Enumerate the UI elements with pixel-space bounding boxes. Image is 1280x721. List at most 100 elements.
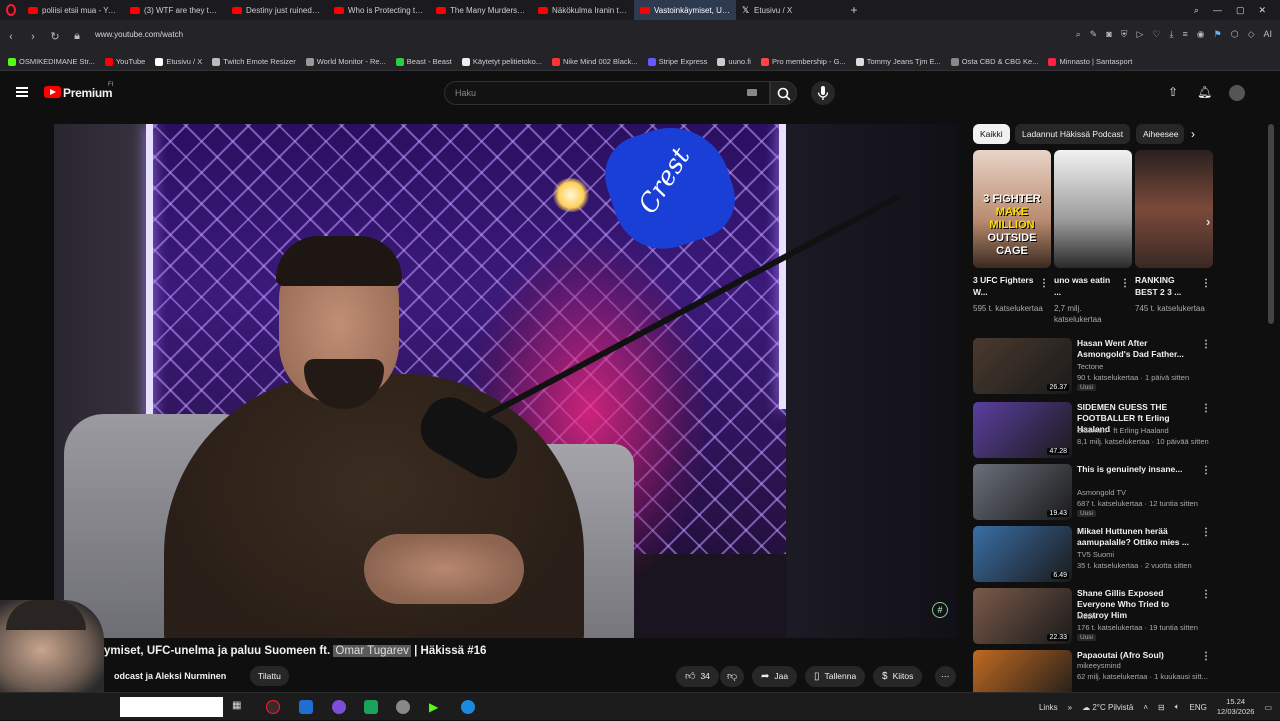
avatar[interactable] bbox=[1229, 85, 1245, 101]
voice-search-button[interactable] bbox=[811, 81, 835, 105]
filter-chip[interactable]: Aiheesee bbox=[1136, 124, 1184, 144]
bookmark-item[interactable]: Osta CBD & CBG Ke... bbox=[950, 57, 1038, 66]
opera-logo-icon[interactable] bbox=[0, 0, 22, 20]
youtube-logo-icon[interactable] bbox=[44, 86, 61, 98]
network-icon[interactable]: ⊟ bbox=[1158, 703, 1165, 712]
notifications-bell-icon[interactable]: 🔔︎ bbox=[1197, 85, 1212, 99]
heart-icon[interactable]: ♡ bbox=[1152, 29, 1160, 40]
app-taskbar-icon[interactable] bbox=[299, 700, 313, 714]
short-thumbnail[interactable]: 3 FIGHTER MAKE MILLION OUTSIDE CAGE bbox=[973, 150, 1051, 268]
download-icon[interactable]: ⤓ bbox=[1170, 29, 1174, 40]
taskbar-search-box[interactable] bbox=[120, 697, 223, 717]
short-menu-icon[interactable]: ⋮ bbox=[1120, 278, 1130, 289]
task-view-icon[interactable]: ▦ bbox=[232, 700, 246, 714]
channel-watermark-icon[interactable]: # bbox=[932, 602, 948, 618]
short-menu-icon[interactable]: ⋮ bbox=[1201, 278, 1211, 289]
browser-tab[interactable]: Destiny just ruined his car bbox=[226, 0, 328, 20]
overflow-chevron-icon[interactable]: » bbox=[1068, 703, 1072, 712]
short-menu-icon[interactable]: ⋮ bbox=[1039, 278, 1049, 289]
bookmark-item[interactable]: Beast - Beast bbox=[395, 57, 452, 66]
channel-name[interactable]: TV5 Suomi bbox=[1077, 550, 1114, 559]
terminal-taskbar-icon[interactable] bbox=[364, 700, 378, 714]
bookmark-item[interactable]: World Monitor - Re... bbox=[305, 57, 386, 66]
search-input[interactable]: Haku bbox=[444, 81, 770, 105]
chips-next-icon[interactable]: › bbox=[1191, 127, 1195, 141]
youtube-premium-logo[interactable]: Premium bbox=[63, 86, 113, 100]
short-thumbnail[interactable] bbox=[1135, 150, 1213, 268]
new-tab-button[interactable]: + bbox=[844, 3, 864, 17]
filter-chip[interactable]: Kaikki bbox=[973, 124, 1010, 144]
video-thumbnail[interactable]: 19.43 bbox=[973, 464, 1072, 520]
video-player[interactable]: Crest # bbox=[54, 124, 958, 638]
settings-taskbar-icon[interactable] bbox=[396, 700, 410, 714]
camera-icon[interactable]: ◙ bbox=[1106, 29, 1111, 40]
keyboard-icon[interactable] bbox=[747, 89, 757, 96]
video-menu-icon[interactable]: ⋮ bbox=[1201, 465, 1211, 476]
bookmark-item[interactable]: Nike Mind 002 Black... bbox=[552, 57, 638, 66]
bookmark-item[interactable]: Minnasto | Santasport bbox=[1048, 57, 1132, 66]
bookmark-item[interactable]: Twitch Emote Resizer bbox=[212, 57, 296, 66]
close-window-button[interactable]: ✕ bbox=[1258, 5, 1266, 16]
edge-taskbar-icon[interactable] bbox=[461, 700, 475, 714]
browser-tab[interactable]: Vastoinkäymiset, UFC bbox=[634, 0, 736, 20]
short-thumbnail[interactable] bbox=[1054, 150, 1132, 268]
recommended-video[interactable]: 26.37 Hasan Went After Asmongold's Dad Fa… bbox=[973, 338, 1213, 396]
channel-name[interactable]: odcast ja Aleksi Nurminen bbox=[114, 671, 226, 681]
maximize-button[interactable]: ▢ bbox=[1236, 5, 1245, 16]
more-actions-button[interactable]: ⋯ bbox=[935, 666, 956, 687]
short-title[interactable]: uno was eatin ... bbox=[1054, 274, 1116, 298]
channel-name[interactable]: mikeeysmind bbox=[1077, 661, 1121, 670]
bookmark-item[interactable]: Etusivu / X bbox=[155, 57, 202, 66]
bookmark-item[interactable]: OSMIKEDIMANE Str... bbox=[8, 57, 95, 66]
thanks-button[interactable]: $ Kiitos bbox=[873, 666, 923, 687]
profile-icon[interactable]: ◉ bbox=[1197, 29, 1205, 40]
like-button[interactable]: 👍︎ 34 bbox=[676, 666, 719, 687]
short-title[interactable]: 3 UFC Fighters W... bbox=[973, 274, 1035, 298]
video-thumbnail[interactable]: 22.33 bbox=[973, 588, 1072, 644]
recommended-video[interactable]: 22.33 Shane Gillis Exposed Everyone Who T… bbox=[973, 588, 1213, 646]
edit-icon[interactable]: ✎ bbox=[1090, 29, 1098, 40]
play-icon[interactable]: ▷ bbox=[1137, 29, 1144, 40]
reload-button[interactable]: ↻ bbox=[44, 30, 66, 43]
bookmark-item[interactable]: uuno.fi bbox=[717, 57, 751, 66]
video-title[interactable]: Mikael Huttunen herää aamupalalle? Ottik… bbox=[1077, 526, 1201, 548]
zoom-icon[interactable]: ⌕ bbox=[1076, 29, 1081, 40]
share-button[interactable]: ➦ Jaa bbox=[752, 666, 798, 687]
short-title[interactable]: RANKING BEST 2 3 ... bbox=[1135, 274, 1197, 298]
browser-tab[interactable]: poliisi etsii mua - YouTube bbox=[22, 0, 124, 20]
recommended-video[interactable]: 47.28 SIDEMEN GUESS THE FOOTBALLER ft Erl… bbox=[973, 402, 1213, 460]
bookmark-item[interactable]: Pro membership - G... bbox=[760, 57, 846, 66]
kick-taskbar-icon[interactable]: ▶ bbox=[429, 700, 443, 714]
bookmark-item[interactable]: Tommy Jeans Tjm E... bbox=[855, 57, 941, 66]
shorts-next-icon[interactable]: › bbox=[1206, 214, 1210, 229]
channel-name[interactable]: Asmongold TV bbox=[1077, 488, 1126, 497]
channel-name[interactable]: Moon bbox=[1077, 612, 1096, 621]
channel-name[interactable]: Tectone bbox=[1077, 362, 1103, 371]
search-button[interactable] bbox=[770, 81, 797, 105]
discord-taskbar-icon[interactable] bbox=[332, 700, 346, 714]
video-thumbnail[interactable]: 26.37 bbox=[973, 338, 1072, 394]
volume-icon[interactable]: 🔈︎ bbox=[1175, 702, 1180, 712]
video-thumbnail[interactable]: 6.49 bbox=[973, 526, 1072, 582]
bookmark-item[interactable]: YouTube bbox=[104, 57, 145, 66]
video-menu-icon[interactable]: ⋮ bbox=[1201, 403, 1211, 414]
video-menu-icon[interactable]: ⋮ bbox=[1201, 527, 1211, 538]
menu-icon[interactable]: ≡ bbox=[1183, 29, 1188, 40]
sidebar-scrollbar[interactable] bbox=[1268, 124, 1274, 324]
forward-button[interactable]: › bbox=[22, 31, 44, 43]
bookmark-item[interactable]: Stripe Express bbox=[647, 57, 707, 66]
video-title[interactable]: Hasan Went After Asmongold's Dad Father.… bbox=[1077, 338, 1201, 360]
video-menu-icon[interactable]: ⋮ bbox=[1201, 651, 1211, 662]
search-tabs-icon[interactable]: ⌕ bbox=[1194, 5, 1199, 16]
clock[interactable]: 15.24 12/03/2026 bbox=[1217, 697, 1255, 717]
tray-up-icon[interactable]: ˄ bbox=[1143, 703, 1148, 712]
url-field[interactable]: www.youtube.com/watch bbox=[95, 30, 183, 39]
flow-icon[interactable]: ◇ bbox=[1248, 29, 1255, 40]
minimize-button[interactable]: — bbox=[1213, 5, 1222, 15]
video-title[interactable]: This is genuinely insane... bbox=[1077, 464, 1201, 475]
video-menu-icon[interactable]: ⋮ bbox=[1201, 589, 1211, 600]
language-indicator[interactable]: ENG bbox=[1190, 703, 1207, 712]
notification-icon[interactable]: ▭ bbox=[1264, 703, 1272, 712]
dislike-button[interactable]: 👎︎ bbox=[720, 666, 745, 687]
browser-tab[interactable]: (3) WTF are they thinking bbox=[124, 0, 226, 20]
